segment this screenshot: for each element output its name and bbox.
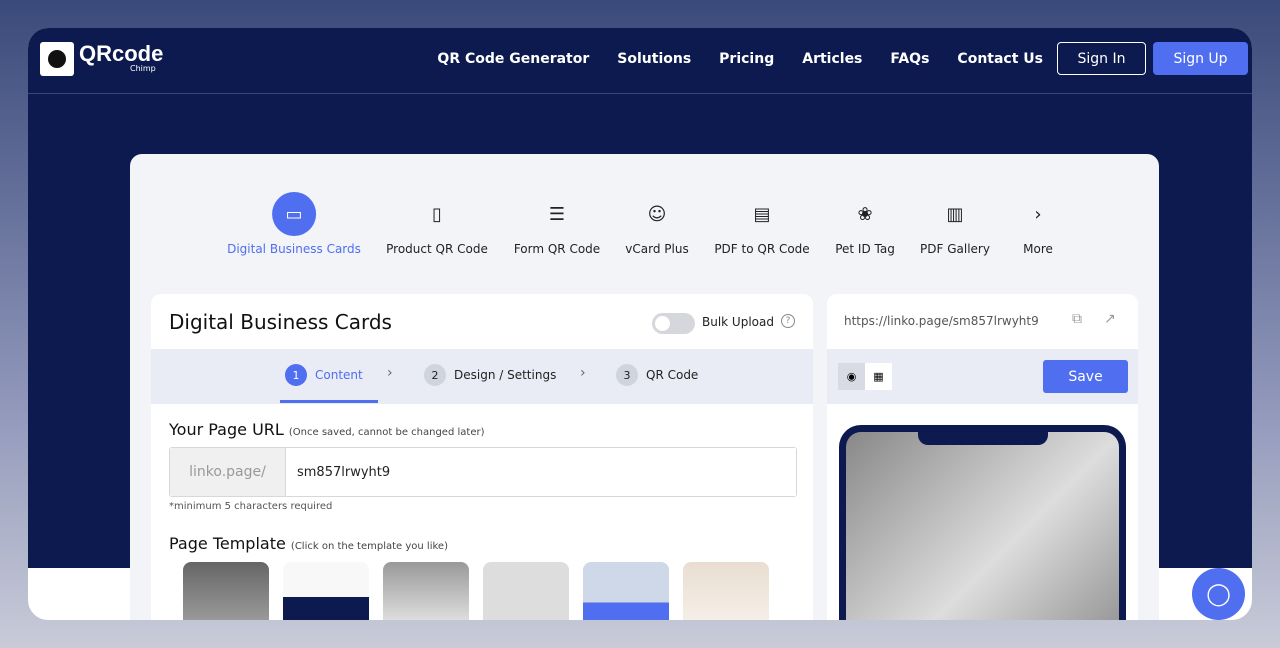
template-thumbnail[interactable] [183, 562, 269, 620]
bulk-upload-toggle[interactable] [652, 313, 695, 334]
tab-label: vCard Plus [625, 242, 689, 256]
preview-url[interactable]: https://linko.page/sm857lrwyht9 [844, 314, 1039, 328]
page-template-heading: Page Template (Click on the template you… [169, 534, 448, 553]
qr-type-tabs: ▭ Digital Business Cards ▯ Product QR Code… [130, 192, 1159, 262]
tab-vcard-plus[interactable]: ☺ vCard Plus [625, 192, 689, 257]
tab-label: PDF to QR Code [714, 242, 810, 256]
page-url-input[interactable] [286, 448, 796, 496]
template-thumbnail[interactable] [483, 562, 569, 620]
bulk-upload-label: Bulk Upload [702, 315, 774, 329]
logo-mark-icon [40, 42, 74, 76]
nav-solutions[interactable]: Solutions [617, 51, 691, 67]
chat-support-icon[interactable]: ◯ [1192, 568, 1245, 620]
step-content[interactable]: 1 Content [285, 364, 363, 386]
page-url-note: (Once saved, cannot be changed later) [288, 427, 485, 438]
page-template-label: Page Template [169, 534, 286, 553]
page-url-field: linko.page/ [169, 447, 797, 497]
step-number: 1 [285, 364, 307, 386]
tab-label: More [1023, 242, 1053, 256]
pdf-gallery-icon: ▥ [946, 203, 964, 225]
qr-icon[interactable]: ▦ [865, 363, 892, 390]
step-label: Design / Settings [454, 368, 557, 382]
external-link-icon[interactable]: ↗ [1104, 311, 1116, 327]
tab-pdf-gallery[interactable]: ▥ PDF Gallery [920, 192, 990, 257]
chevron-right-icon: › [387, 365, 393, 381]
stepper: 1 Content › 2 Design / Settings › 3 QR Code [151, 349, 813, 404]
template-thumbnail[interactable] [383, 562, 469, 620]
tab-product-qr-code[interactable]: ▯ Product QR Code [386, 192, 488, 257]
pdf-icon: ▤ [753, 203, 771, 225]
tab-label: PDF Gallery [920, 242, 990, 256]
nav-articles[interactable]: Articles [802, 51, 862, 67]
content-panel: Digital Business Cards Bulk Upload ? 1 Co… [151, 294, 813, 620]
top-nav: QRcode Chimp QR Code Generator Solutions… [28, 28, 1252, 94]
tab-label: Form QR Code [513, 242, 601, 256]
copy-icon[interactable]: ⧉ [1072, 311, 1082, 327]
page-url-heading: Your Page URL (Once saved, cannot be cha… [169, 420, 484, 439]
url-hint: *minimum 5 characters required [169, 501, 333, 512]
logo[interactable]: QRcode Chimp [40, 42, 163, 76]
tab-label: Digital Business Cards [227, 242, 361, 256]
paw-icon: ❀ [857, 203, 873, 225]
browser-frame: QRcode Chimp QR Code Generator Solutions… [28, 28, 1252, 620]
phone-preview [839, 425, 1126, 620]
vcard-icon: ☺ [647, 203, 667, 225]
generator-card: ▭ Digital Business Cards ▯ Product QR Code… [130, 154, 1159, 620]
chevron-right-icon: › [1034, 203, 1042, 225]
tab-pdf-to-qr-code[interactable]: ▤ PDF to QR Code [714, 192, 810, 257]
tab-label: Pet ID Tag [835, 242, 895, 256]
template-list [183, 562, 769, 620]
url-prefix: linko.page/ [170, 448, 286, 496]
eye-icon[interactable]: ◉ [838, 363, 865, 390]
step-design-settings[interactable]: 2 Design / Settings [424, 364, 556, 386]
nav-qr-code-generator[interactable]: QR Code Generator [437, 51, 589, 67]
help-icon[interactable]: ? [781, 314, 795, 328]
template-thumbnail[interactable] [583, 562, 669, 620]
step-qr-code[interactable]: 3 QR Code [616, 364, 698, 386]
phone-notch [918, 432, 1048, 445]
step-label: Content [315, 368, 363, 382]
product-icon: ▯ [432, 203, 442, 225]
page-template-note: (Click on the template you like) [290, 541, 448, 552]
sign-in-button[interactable]: Sign In [1057, 42, 1146, 75]
tab-digital-business-cards[interactable]: ▭ Digital Business Cards [227, 192, 361, 256]
step-number: 3 [616, 364, 638, 386]
logo-text: QRcode [79, 41, 164, 66]
panel-title: Digital Business Cards [169, 310, 392, 334]
tab-more[interactable]: › More [1016, 192, 1060, 257]
tab-label: Product QR Code [386, 242, 488, 256]
template-thumbnail[interactable] [683, 562, 769, 620]
nav-contact-us[interactable]: Contact Us [957, 51, 1043, 67]
tab-pet-id-tag[interactable]: ❀ Pet ID Tag [835, 192, 895, 257]
nav-faqs[interactable]: FAQs [890, 51, 929, 67]
page-url-label: Your Page URL [169, 420, 284, 439]
form-icon: ☰ [548, 203, 566, 225]
save-button[interactable]: Save [1043, 360, 1128, 393]
chevron-right-icon: › [580, 365, 586, 381]
template-thumbnail[interactable] [283, 562, 369, 620]
sign-up-button[interactable]: Sign Up [1153, 42, 1248, 75]
nav-pricing[interactable]: Pricing [719, 51, 774, 67]
card-icon: ▭ [271, 192, 316, 236]
step-label: QR Code [646, 368, 699, 382]
tab-form-qr-code[interactable]: ☰ Form QR Code [513, 192, 601, 257]
logo-subtext: Chimp [130, 64, 156, 73]
preview-toolbar: ◉ ▦ Save [827, 349, 1138, 404]
active-step-indicator [280, 400, 378, 403]
preview-panel: https://linko.page/sm857lrwyht9 ⧉ ↗ ◉ ▦ … [827, 294, 1138, 620]
step-number: 2 [424, 364, 446, 386]
